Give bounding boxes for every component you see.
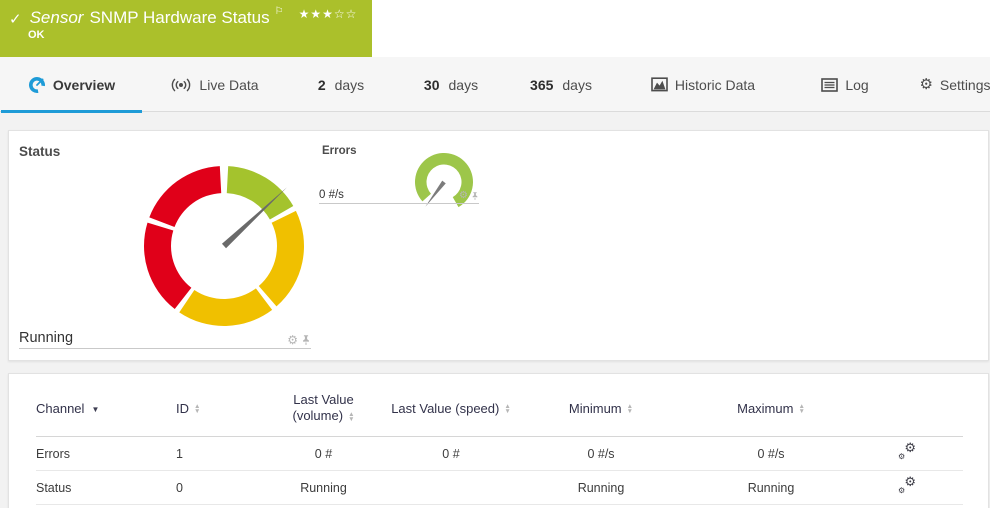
tab-label: Historic Data: [674, 76, 756, 93]
errors-value-row: 0 #/s ⚙: [319, 181, 479, 204]
column-header-last-value-speed[interactable]: Last Value (speed) ▲ ▼: [391, 401, 511, 416]
tab-number: 2: [317, 76, 326, 93]
page-header-strip: ✓ Sensor SNMP Hardware Status ⚐ ★★★☆☆ OK: [0, 0, 990, 57]
star-empty-icon[interactable]: ☆: [346, 7, 358, 21]
sensor-header: ✓ Sensor SNMP Hardware Status ⚐ ★★★☆☆ OK: [0, 0, 372, 57]
status-gauge-label: Status: [19, 144, 61, 159]
channel-settings-icon[interactable]: ⚙ ⚙: [898, 441, 916, 461]
sensor-status-badge: OK: [28, 29, 45, 41]
star-rating[interactable]: ★★★☆☆: [299, 7, 358, 21]
channels-table-panel: Channel ▼ ID ▲ ▼ Last Value (volume) ▲ ▼ Last…: [8, 373, 989, 508]
star-filled-icon[interactable]: ★: [322, 7, 334, 21]
tab-historic-data[interactable]: Historic Data: [616, 57, 790, 112]
column-header-minimum[interactable]: Minimum ▲ ▼: [511, 401, 691, 416]
tab-label: days: [562, 76, 592, 93]
status-check-icon: ✓: [9, 11, 22, 28]
channel-name: Status: [36, 480, 72, 495]
last-value-volume: 0 #: [314, 446, 333, 461]
sort-icon: ▲ ▼: [194, 403, 201, 416]
sort-icon: ▲ ▼: [798, 403, 805, 416]
tab-log[interactable]: Log: [790, 57, 900, 112]
table-row-status: Status 0 Running Running Running ⚙ ⚙: [36, 471, 963, 505]
tab-365-days[interactable]: 365 days: [506, 57, 616, 112]
channel-name: Errors: [36, 446, 71, 461]
gauge-settings-gear-icon[interactable]: ⚙: [459, 191, 468, 201]
minimum-value: 0 #/s: [587, 446, 615, 461]
sort-icon: ▲ ▼: [504, 403, 511, 416]
tab-label: Overview: [52, 76, 116, 93]
tab-label: Log: [845, 76, 869, 93]
area-chart-icon: [651, 77, 668, 92]
tab-bar: Overview Live Data 2 days 30 days 365 da…: [0, 57, 990, 113]
sort-desc-icon: ▼: [91, 404, 100, 414]
column-header-id[interactable]: ID ▲ ▼: [176, 401, 256, 416]
sort-icon: ▲ ▼: [626, 403, 634, 416]
tab-2-days[interactable]: 2 days: [286, 57, 396, 112]
pin-icon[interactable]: [471, 191, 479, 201]
tab-label: Live Data: [199, 76, 259, 93]
star-filled-icon[interactable]: ★: [310, 7, 322, 21]
star-empty-icon[interactable]: ☆: [334, 7, 346, 21]
pin-icon[interactable]: [301, 334, 311, 346]
tab-settings[interactable]: ⚙ Settings: [900, 57, 990, 112]
channel-settings-icon[interactable]: ⚙ ⚙: [898, 475, 916, 495]
star-filled-icon[interactable]: ★: [299, 7, 311, 21]
errors-current-value: 0 #/s: [319, 189, 344, 201]
table-row-errors: Errors 1 0 # 0 # 0 #/s 0 #/s ⚙ ⚙: [36, 437, 963, 471]
errors-gauge-label: Errors: [322, 145, 357, 157]
sensor-title: SNMP Hardware Status: [89, 8, 270, 27]
status-gauge: [144, 166, 304, 326]
tab-number: 365: [530, 76, 554, 93]
column-header-maximum[interactable]: Maximum ▲ ▼: [691, 401, 851, 416]
tab-label: Settings: [939, 76, 990, 93]
broadcast-icon: [172, 78, 191, 91]
column-header-channel[interactable]: Channel ▼: [36, 401, 176, 416]
status-current-value: Running: [19, 330, 74, 346]
gear-icon: ⚙: [919, 76, 933, 93]
active-tab-underline: [1, 110, 142, 113]
flag-icon[interactable]: ⚐: [275, 6, 284, 17]
log-list-icon: [821, 77, 839, 92]
channel-id: 0: [176, 480, 183, 495]
overview-gauges-panel: Status Running ⚙ Errors 0 #/s ⚙: [8, 130, 989, 361]
gauge-settings-gear-icon[interactable]: ⚙: [287, 334, 298, 346]
table-header-row: Channel ▼ ID ▲ ▼ Last Value (volume) ▲ ▼ Last…: [36, 374, 963, 437]
tab-live-data[interactable]: Live Data: [143, 57, 286, 112]
column-header-last-value-volume[interactable]: Last Value (volume) ▲ ▼: [256, 392, 391, 424]
last-value-speed: 0 #: [442, 446, 460, 461]
channel-id: 1: [176, 446, 183, 461]
last-value-volume: Running: [300, 480, 347, 495]
tab-number: 30: [423, 76, 440, 93]
tab-label: days: [334, 76, 365, 93]
sensor-overview-page: ✓ Sensor SNMP Hardware Status ⚐ ★★★☆☆ OK…: [0, 0, 990, 508]
object-kind-label: Sensor: [29, 8, 84, 27]
maximum-value: 0 #/s: [757, 446, 785, 461]
tab-label: days: [448, 76, 479, 93]
tab-overview[interactable]: Overview: [0, 57, 143, 113]
minimum-value: Running: [577, 480, 625, 495]
sort-icon: ▲ ▼: [348, 410, 355, 423]
maximum-value: Running: [747, 480, 795, 495]
status-value-row: Running ⚙: [19, 325, 311, 349]
tab-30-days[interactable]: 30 days: [396, 57, 506, 112]
channels-table: Channel ▼ ID ▲ ▼ Last Value (volume) ▲ ▼ Last…: [9, 374, 988, 505]
gauge-icon: [28, 76, 45, 93]
